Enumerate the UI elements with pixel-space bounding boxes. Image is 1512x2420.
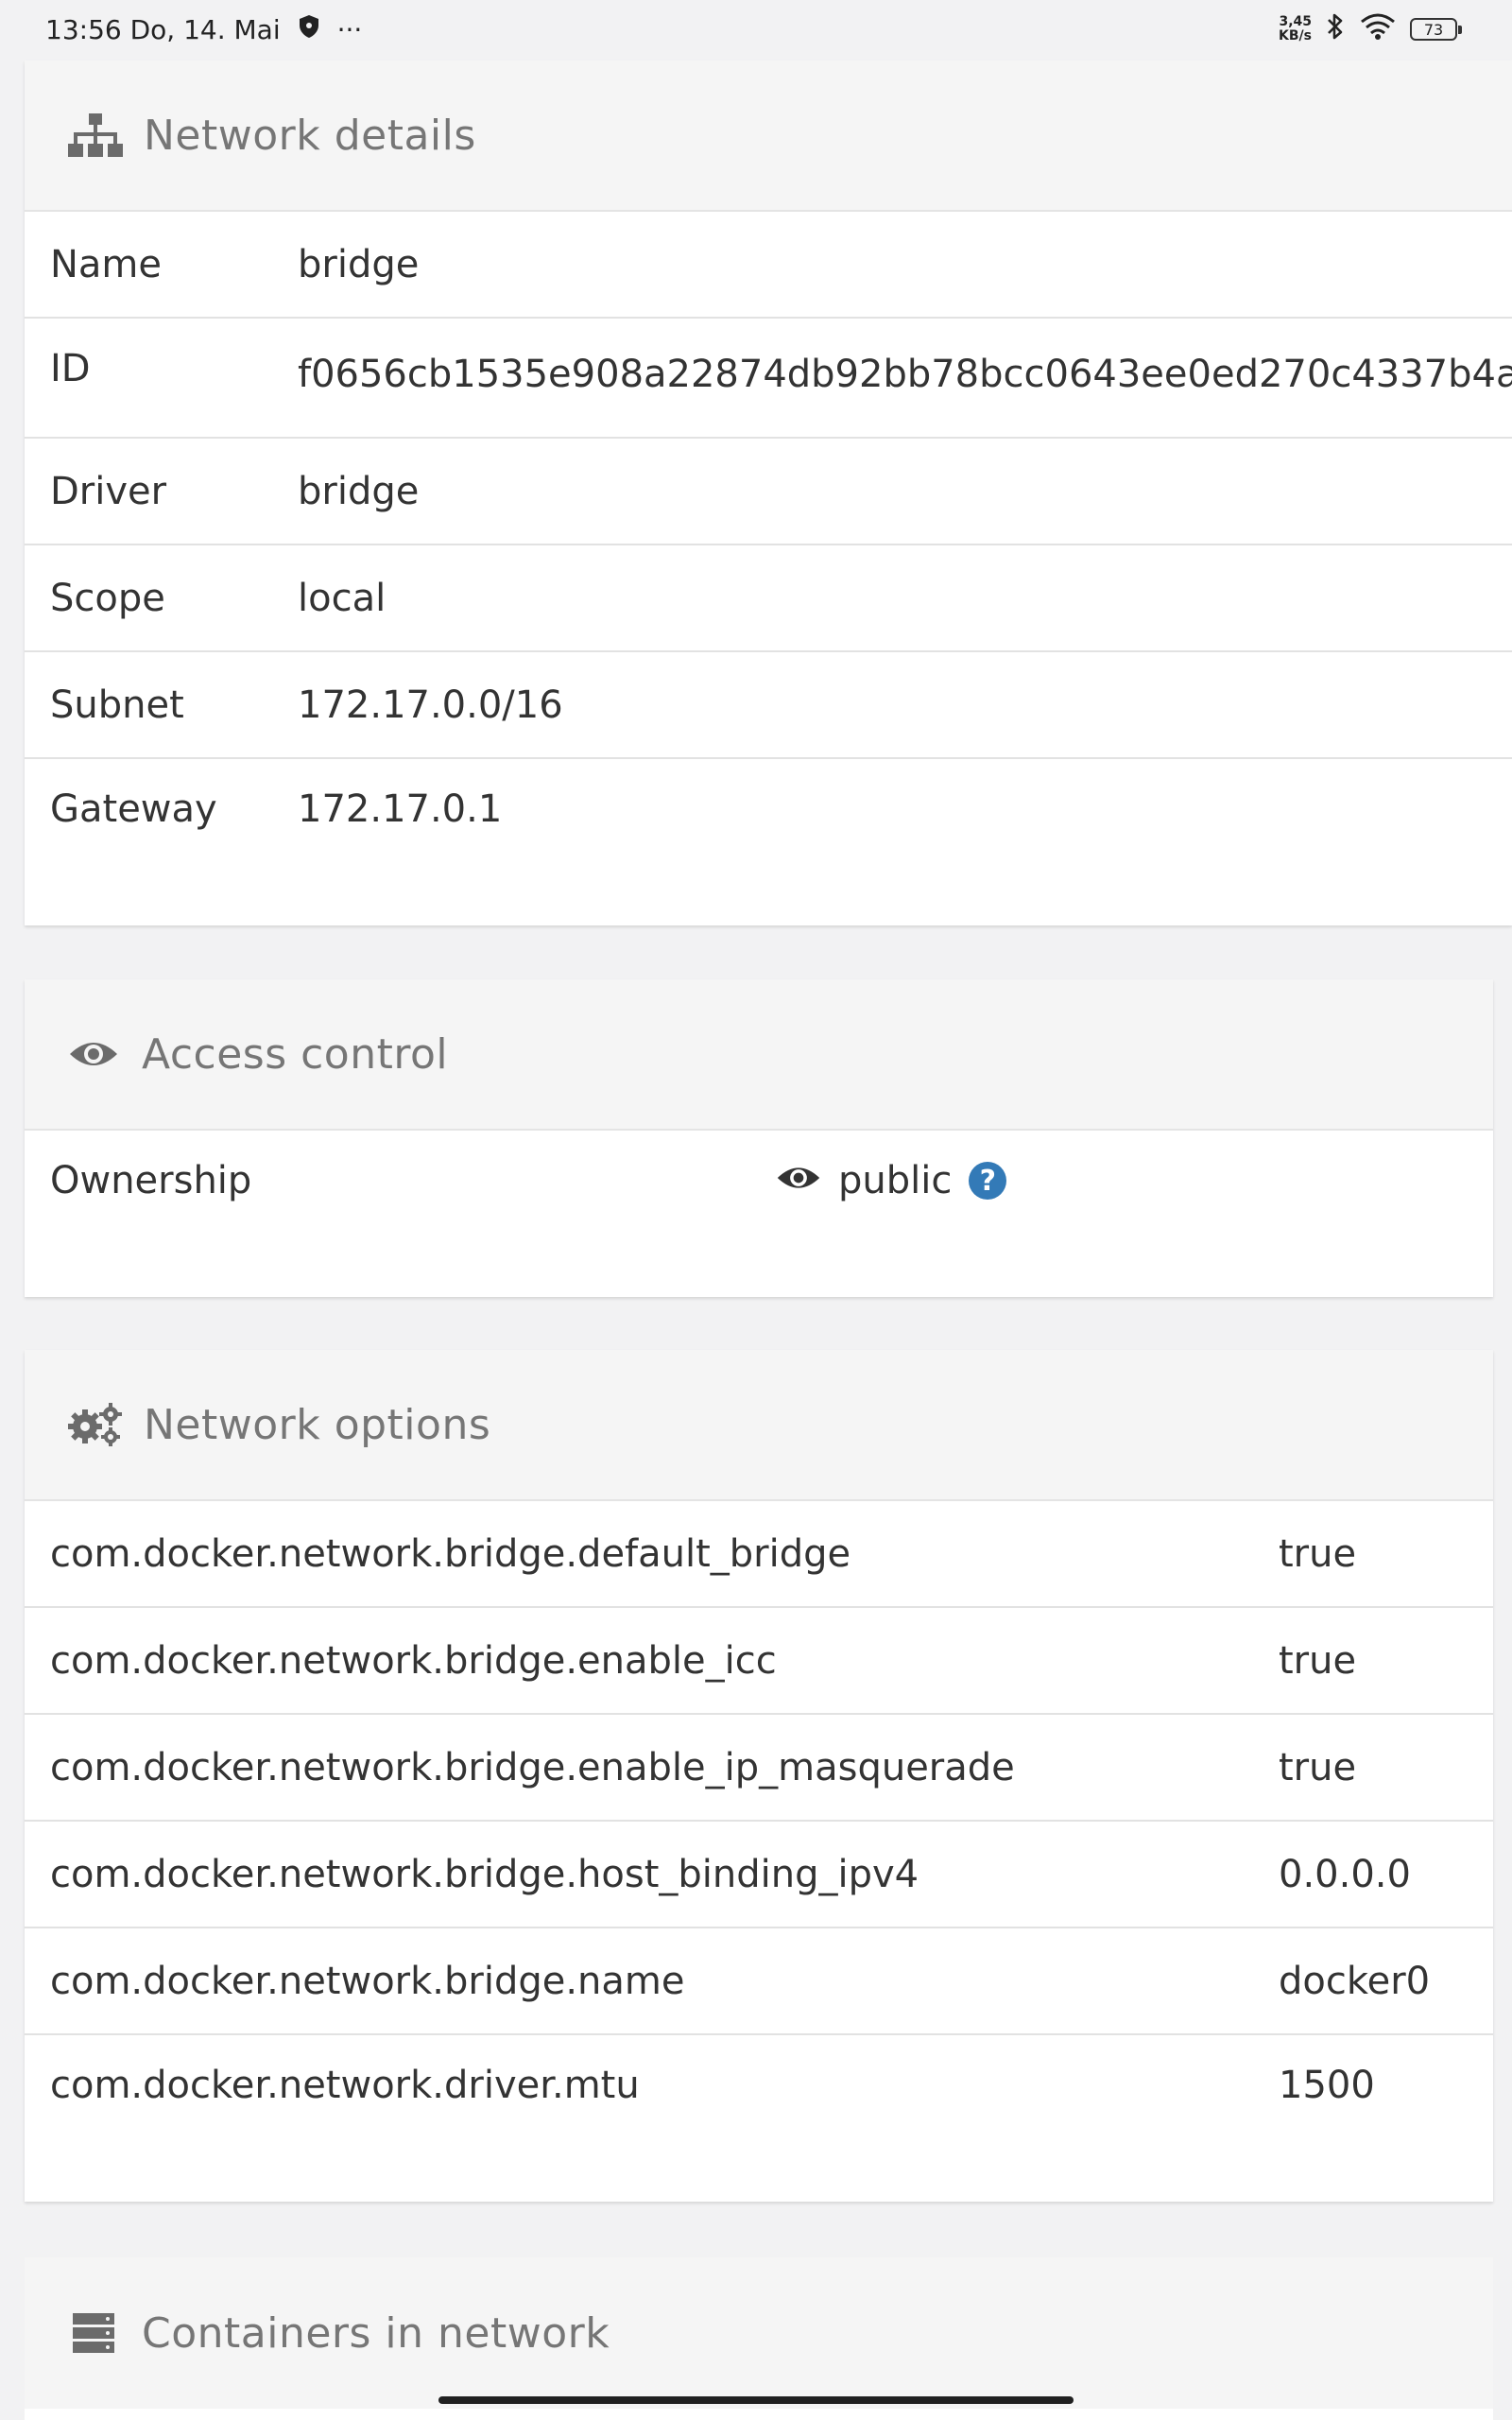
ownership-public-text: public <box>838 1159 953 1202</box>
ownership-row: Ownership public ? <box>25 1131 1493 1297</box>
detail-key: ID <box>50 347 91 390</box>
eye-icon <box>66 1030 121 1078</box>
shield-icon <box>298 14 320 45</box>
access-control-title: Access control <box>142 1029 449 1079</box>
home-indicator[interactable] <box>438 2396 1074 2404</box>
option-row: com.docker.network.bridge.host_binding_i… <box>25 1822 1493 1928</box>
option-value: true <box>1279 1745 1357 1789</box>
option-value: docker0 <box>1279 1959 1431 2003</box>
option-row: com.docker.network.bridge.name docker0 <box>25 1928 1493 2035</box>
detail-row-name: Name bridge <box>25 212 1512 319</box>
detail-row-gateway: Gateway 172.17.0.1 <box>25 759 1512 925</box>
more-dots: ··· <box>336 13 363 45</box>
detail-key: Scope <box>50 576 165 620</box>
detail-value: bridge <box>298 242 420 286</box>
detail-row-driver: Driver bridge <box>25 439 1512 545</box>
containers-header: Containers in network <box>25 2257 1493 2409</box>
network-details-title: Network details <box>144 111 476 160</box>
option-value: true <box>1279 1638 1357 1683</box>
detail-key: Subnet <box>50 683 184 727</box>
option-key: com.docker.network.bridge.enable_ip_masq… <box>50 1745 1015 1789</box>
ownership-value: public ? <box>776 1159 1007 1202</box>
option-row: com.docker.network.bridge.enable_icc tru… <box>25 1608 1493 1715</box>
wifi-icon <box>1359 12 1397 47</box>
eye-icon <box>776 1159 821 1202</box>
detail-key: Name <box>50 242 163 286</box>
network-options-header: Network options <box>25 1350 1493 1501</box>
cogs-icon <box>68 1401 123 1448</box>
network-options-widget: Network options com.docker.network.bridg… <box>25 1350 1493 2202</box>
option-value: 0.0.0.0 <box>1279 1852 1411 1896</box>
access-control-header: Access control <box>25 979 1493 1131</box>
access-control-widget: Access control Ownership public ? <box>25 979 1493 1297</box>
sitemap-icon <box>68 112 123 159</box>
detail-value: 172.17.0.0/16 <box>298 683 563 727</box>
option-row: com.docker.network.bridge.enable_ip_masq… <box>25 1715 1493 1822</box>
status-time-date: 13:56 Do, 14. Mai <box>45 13 281 45</box>
detail-key: Gateway <box>50 787 217 831</box>
option-key: com.docker.network.bridge.default_bridge <box>50 1531 851 1576</box>
network-speed: 3,45 KB/s <box>1279 14 1312 43</box>
detail-value: f0656cb1535e908a22874db92bb78bcc0643ee0e… <box>298 353 1512 396</box>
detail-value: local <box>298 576 387 620</box>
option-value: 1500 <box>1279 2064 1375 2107</box>
detail-row-id: ID f0656cb1535e908a22874db92bb78bcc0643e… <box>25 319 1512 439</box>
option-key: com.docker.network.bridge.host_binding_i… <box>50 1852 919 1896</box>
detail-row-subnet: Subnet 172.17.0.0/16 <box>25 652 1512 759</box>
network-details-widget: Network details Name bridge ID f0656cb15… <box>25 60 1512 925</box>
server-icon <box>66 2309 121 2357</box>
bluetooth-icon <box>1325 11 1346 48</box>
help-icon[interactable]: ? <box>969 1162 1007 1200</box>
option-row: com.docker.network.bridge.default_bridge… <box>25 1501 1493 1608</box>
network-details-header: Network details <box>25 60 1512 212</box>
option-row: com.docker.network.driver.mtu 1500 <box>25 2035 1493 2202</box>
option-value: true <box>1279 1531 1357 1576</box>
option-key: com.docker.network.driver.mtu <box>50 2064 640 2107</box>
containers-title: Containers in network <box>142 2308 610 2358</box>
detail-value: bridge <box>298 469 420 513</box>
ownership-label: Ownership <box>50 1159 252 1202</box>
detail-key: Driver <box>50 469 167 513</box>
battery-indicator: 73 <box>1410 18 1462 41</box>
detail-value: 172.17.0.1 <box>298 787 503 831</box>
option-key: com.docker.network.bridge.name <box>50 1959 685 2003</box>
status-bar: 13:56 Do, 14. Mai ··· 3,45 KB/s 73 <box>0 0 1512 59</box>
option-key: com.docker.network.bridge.enable_icc <box>50 1638 777 1683</box>
detail-row-scope: Scope local <box>25 545 1512 652</box>
network-options-title: Network options <box>144 1400 491 1449</box>
